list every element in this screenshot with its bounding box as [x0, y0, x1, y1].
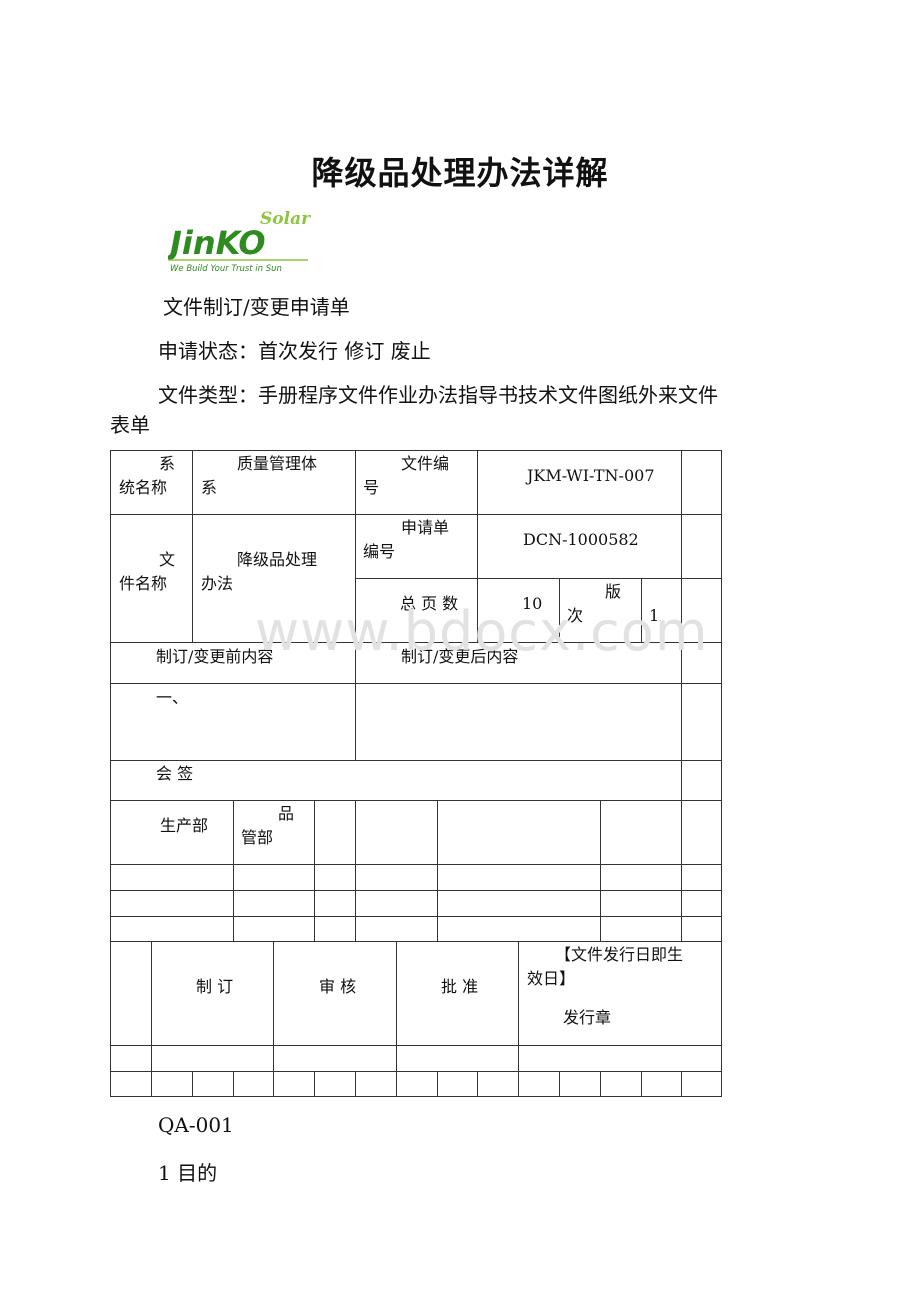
issue-seal-label: 发行章	[563, 1008, 612, 1027]
doc-no-value: JKM-WI-TN-007	[527, 466, 655, 485]
dept-quality-cont: 管部	[241, 828, 274, 847]
request-no-label-cont: 编号	[363, 542, 396, 561]
approve-label: 批 准	[441, 977, 479, 996]
dept-production: 生产部	[160, 816, 209, 835]
doc-no-label: 文件编	[401, 454, 450, 473]
total-pages-label: 总 页 数	[400, 594, 459, 613]
review-label: 审 核	[319, 977, 357, 996]
file-name-label-cont: 件名称	[119, 574, 168, 593]
system-name-value-cont: 系	[201, 478, 218, 497]
system-name-label: 系	[159, 454, 176, 473]
doc-no-label-cont: 号	[363, 478, 380, 497]
before-content-header: 制订/变更前内容	[156, 647, 274, 666]
file-name-label: 文	[159, 550, 176, 569]
system-name-label-cont: 统名称	[119, 478, 168, 497]
effective-note-cont: 效日】	[527, 969, 576, 988]
version-value: 1	[649, 606, 660, 625]
file-name-value-cont: 办法	[201, 574, 234, 593]
after-content-header: 制订/变更后内容	[401, 647, 519, 666]
section-purpose-heading: 1 目的	[158, 1161, 218, 1185]
before-content[interactable]: 一、	[156, 686, 188, 710]
countersign-label: 会 签	[156, 764, 194, 783]
version-label-cont: 次	[567, 606, 584, 625]
dept-quality: 品	[278, 804, 295, 823]
draft-label: 制 订	[196, 977, 234, 996]
system-name-value: 质量管理体	[237, 454, 318, 473]
effective-note: 【文件发行日即生	[555, 945, 684, 964]
request-no-label: 申请单	[401, 518, 450, 537]
version-label: 版	[605, 582, 622, 601]
form-code: QA-001	[158, 1113, 234, 1137]
total-pages-value: 10	[522, 594, 543, 613]
file-name-value: 降级品处理	[237, 550, 318, 569]
request-no-value: DCN-1000582	[523, 530, 639, 549]
